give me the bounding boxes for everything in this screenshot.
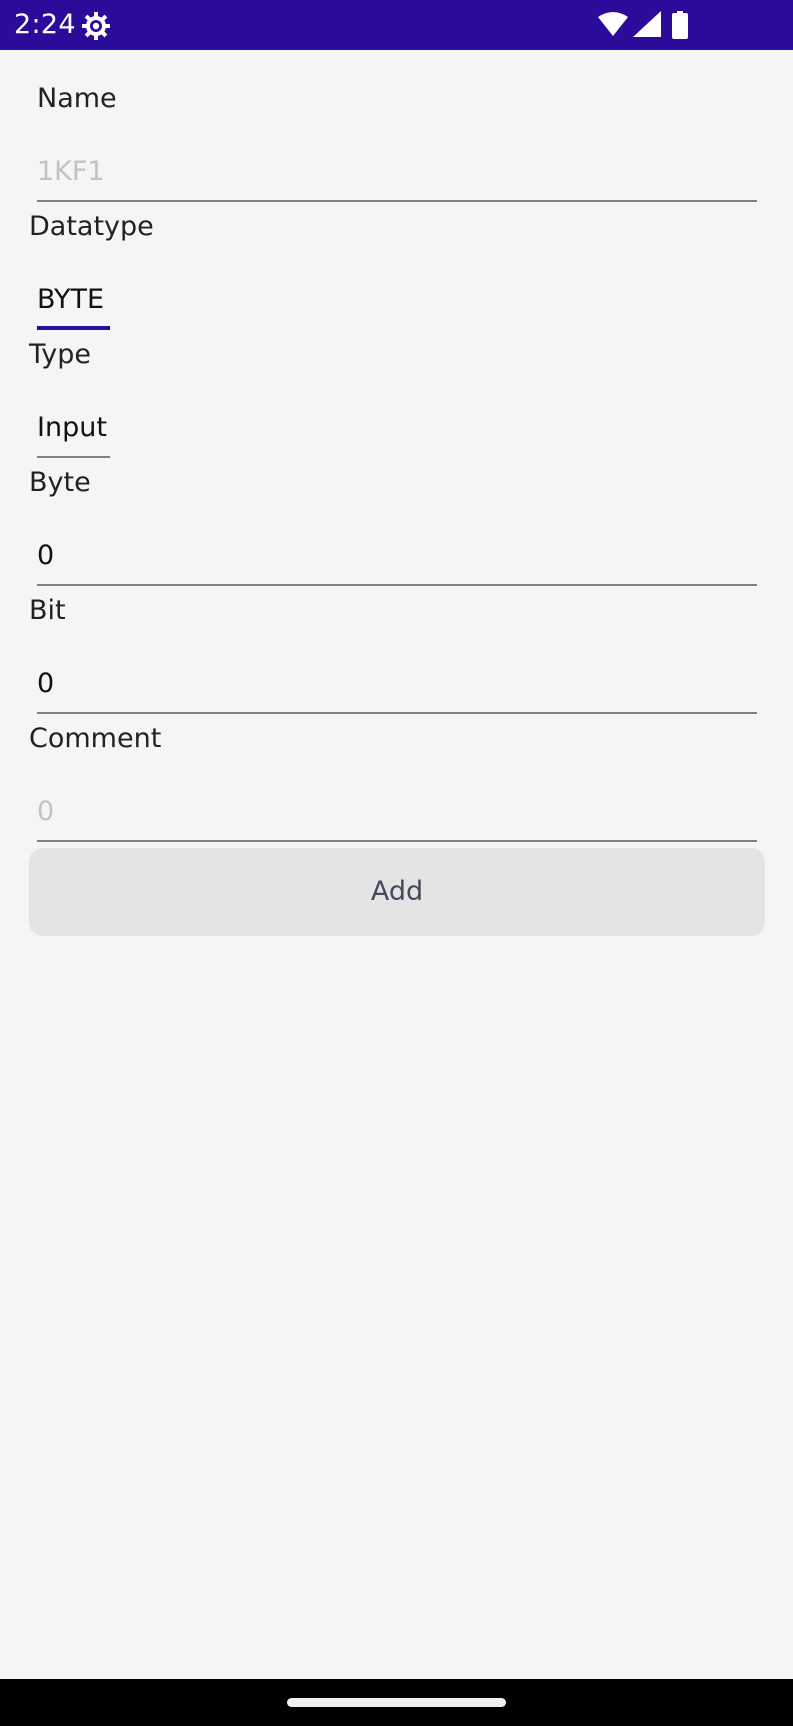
name-placeholder: 1KF1 <box>37 156 105 187</box>
home-handle[interactable] <box>287 1698 506 1707</box>
add-button[interactable]: Add <box>29 848 765 936</box>
name-underline <box>37 200 757 202</box>
comment-underline <box>37 840 757 842</box>
type-value: Input <box>37 412 107 443</box>
datatype-underline <box>37 326 110 330</box>
bit-label: Bit <box>29 595 66 626</box>
comment-placeholder: 0 <box>37 796 55 827</box>
wifi-icon <box>598 12 628 36</box>
comment-label: Comment <box>29 723 162 754</box>
comment-field[interactable]: 0 <box>37 786 757 842</box>
datatype-label: Datatype <box>29 211 154 242</box>
datatype-picker[interactable]: BYTE <box>37 274 110 330</box>
byte-underline <box>37 584 757 586</box>
name-field[interactable]: 1KF1 <box>37 146 757 202</box>
settings-icon <box>81 11 111 41</box>
byte-label: Byte <box>29 467 91 498</box>
byte-field[interactable]: 0 <box>37 530 757 586</box>
bit-field[interactable]: 0 <box>37 658 757 714</box>
bit-underline <box>37 712 757 714</box>
signal-icon <box>633 11 661 37</box>
navigation-bar <box>0 1679 793 1726</box>
name-label: Name <box>37 83 117 114</box>
byte-value: 0 <box>37 540 55 571</box>
status-time: 2:24 <box>14 9 76 40</box>
type-underline <box>37 456 110 458</box>
datatype-value: BYTE <box>37 284 105 315</box>
status-bar: 2:24 <box>0 0 793 50</box>
type-label: Type <box>29 339 92 370</box>
battery-icon <box>672 11 688 39</box>
type-picker[interactable]: Input <box>37 402 110 458</box>
bit-value: 0 <box>37 668 55 699</box>
